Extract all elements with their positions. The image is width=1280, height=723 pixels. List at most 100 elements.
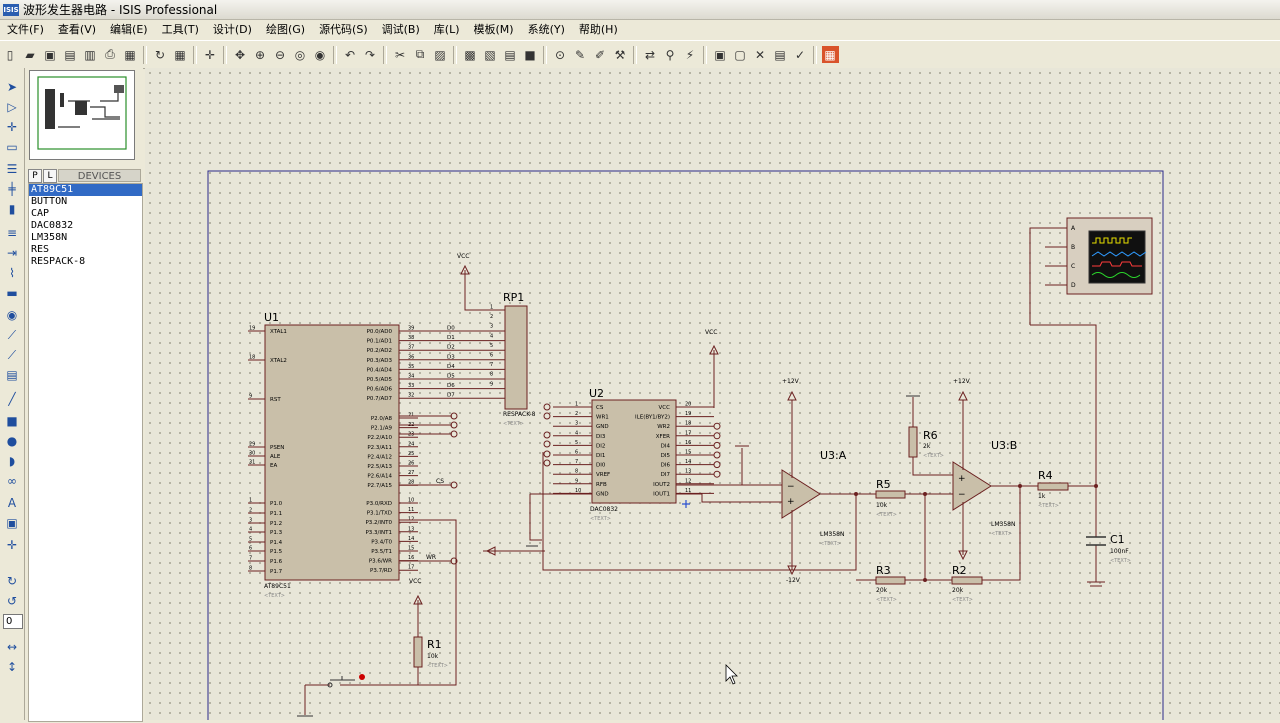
pick-device-icon[interactable]: ⊙ bbox=[552, 46, 569, 63]
open-folder-icon[interactable]: ▰ bbox=[22, 46, 39, 63]
overview-window[interactable] bbox=[29, 70, 135, 160]
menu-source[interactable]: 源代码(S) bbox=[312, 20, 375, 39]
zoom-out-icon[interactable]: ⊖ bbox=[272, 46, 289, 63]
virtual-instruments-icon[interactable]: ▤ bbox=[3, 366, 21, 384]
wire-label-icon[interactable]: ▭ bbox=[3, 138, 21, 156]
component-mode-icon[interactable]: ▷ bbox=[3, 98, 21, 116]
marker-icon[interactable]: ✛ bbox=[3, 536, 21, 554]
zoom-in-icon[interactable]: ⊕ bbox=[252, 46, 269, 63]
resistor-r6[interactable]: R6 2k <TEXT> bbox=[906, 395, 953, 476]
flip-horizontal-icon[interactable]: ↔ bbox=[3, 638, 21, 656]
opamp-u3b[interactable]: + − U3:B LM358N <TEXT> +12V bbox=[952, 378, 1096, 581]
menu-file[interactable]: 文件(F) bbox=[0, 20, 51, 39]
oscilloscope[interactable]: A B C D bbox=[1029, 217, 1153, 486]
redo-icon[interactable]: ↷ bbox=[362, 46, 379, 63]
junction-dot-icon[interactable]: ✛ bbox=[3, 118, 21, 136]
wire-autorouter-icon[interactable]: ⇄ bbox=[642, 46, 659, 63]
zoom-area-icon[interactable]: ◉ bbox=[312, 46, 329, 63]
print-area-icon[interactable]: ▦ bbox=[122, 46, 139, 63]
dac-dac0832[interactable]: U2 DAC0832 <TEXT> CS 1 WR1 2 GND 3 DI3 4 DI2 5 DI1… bbox=[553, 329, 749, 522]
button-actuator-icon[interactable] bbox=[359, 674, 365, 680]
menu-template[interactable]: 模板(M) bbox=[467, 20, 521, 39]
save-icon[interactable]: ▣ bbox=[42, 46, 59, 63]
flip-vertical-icon[interactable]: ↕ bbox=[3, 658, 21, 676]
electrical-check-icon[interactable]: ✓ bbox=[792, 46, 809, 63]
schematic-canvas[interactable]: U1 AT89C51 <TEXT> XTAL1 19 XTAL2 18 RST 9 PSEN… bbox=[145, 68, 1280, 723]
packaging-tool-icon[interactable]: ✐ bbox=[592, 46, 609, 63]
zoom-all-icon[interactable]: ◎ bbox=[292, 46, 309, 63]
print-icon[interactable]: ⎙ bbox=[102, 46, 119, 63]
menu-library[interactable]: 库(L) bbox=[427, 20, 467, 39]
export-icon[interactable]: ▥ bbox=[82, 46, 99, 63]
undo-icon[interactable]: ↶ bbox=[342, 46, 359, 63]
menu-system[interactable]: 系统(Y) bbox=[521, 20, 572, 39]
decompose-icon[interactable]: ⚒ bbox=[612, 46, 629, 63]
copy-icon[interactable]: ⧉ bbox=[412, 46, 429, 63]
refresh-icon[interactable]: ↻ bbox=[152, 46, 169, 63]
origin-icon[interactable]: ✛ bbox=[202, 46, 219, 63]
delete-sheet-icon[interactable]: ✕ bbox=[752, 46, 769, 63]
resistor-r5[interactable]: R5 10k <TEXT> bbox=[875, 478, 906, 518]
terminals-icon[interactable]: ≡ bbox=[3, 224, 21, 242]
text-icon[interactable]: A bbox=[3, 494, 21, 512]
property-assignment-icon[interactable]: ⚡ bbox=[682, 46, 699, 63]
tape-recorder-icon[interactable]: ▬ bbox=[3, 284, 21, 302]
block-rotate-icon[interactable]: ▤ bbox=[502, 46, 519, 63]
device-item[interactable]: RES bbox=[29, 244, 142, 256]
box-icon[interactable]: ■ bbox=[3, 412, 21, 430]
search-tag-icon[interactable]: ⚲ bbox=[662, 46, 679, 63]
paste-icon[interactable]: ▨ bbox=[432, 46, 449, 63]
device-item[interactable]: CAP bbox=[29, 208, 142, 220]
resistor-r3[interactable]: R3 20k <TEXT> bbox=[875, 564, 906, 603]
mcu-at89c51[interactable]: U1 AT89C51 <TEXT> XTAL119XTAL218RST9PSEN… bbox=[248, 311, 418, 599]
block-copy-icon[interactable]: ▩ bbox=[462, 46, 479, 63]
grid-icon[interactable]: ▦ bbox=[172, 46, 189, 63]
symbol-icon[interactable]: ▣ bbox=[3, 514, 21, 532]
bus-icon[interactable]: ╪ bbox=[3, 180, 21, 198]
make-device-icon[interactable]: ✎ bbox=[572, 46, 589, 63]
menu-debug[interactable]: 调试(B) bbox=[375, 20, 427, 39]
line-icon[interactable]: ╱ bbox=[3, 390, 21, 408]
capacitor-c1[interactable]: C1 100nF <TEXT> bbox=[1086, 484, 1131, 587]
graph-icon[interactable]: ⌇ bbox=[3, 264, 21, 282]
pan-icon[interactable]: ✥ bbox=[232, 46, 249, 63]
menu-help[interactable]: 帮助(H) bbox=[572, 20, 625, 39]
selection-mode-icon[interactable]: ➤ bbox=[3, 78, 21, 96]
device-item[interactable]: LM358N bbox=[29, 232, 142, 244]
library-manager-button[interactable]: L bbox=[43, 169, 57, 183]
path-icon[interactable]: ∞ bbox=[3, 472, 21, 490]
device-pins-icon[interactable]: ⇥ bbox=[3, 244, 21, 262]
rotate-anticlockwise-icon[interactable]: ↺ bbox=[3, 592, 21, 610]
block-move-icon[interactable]: ▧ bbox=[482, 46, 499, 63]
generator-icon[interactable]: ◉ bbox=[3, 306, 21, 324]
rotate-clockwise-icon[interactable]: ↻ bbox=[3, 572, 21, 590]
menu-design[interactable]: 设计(D) bbox=[206, 20, 259, 39]
device-item[interactable]: BUTTON bbox=[29, 196, 142, 208]
resistor-pack-rp1[interactable]: RP1 RESPACK-8 <TEXT> VCC 1 2 3 4 5 6 7 8 9 bbox=[457, 253, 536, 427]
menu-tools[interactable]: 工具(T) bbox=[155, 20, 206, 39]
menu-view[interactable]: 查看(V) bbox=[51, 20, 103, 39]
subcircuit-icon[interactable]: ▮ bbox=[3, 200, 21, 218]
resistor-r2[interactable]: R2 20k <TEXT> bbox=[951, 564, 983, 603]
device-item[interactable]: AT89C51 bbox=[29, 184, 142, 196]
device-item[interactable]: RESPACK-8 bbox=[29, 256, 142, 268]
new-sheet-icon[interactable]: ▣ bbox=[712, 46, 729, 63]
device-item[interactable]: DAC0832 bbox=[29, 220, 142, 232]
remove-sheet-icon[interactable]: ▢ bbox=[732, 46, 749, 63]
ares-netlist-icon[interactable]: ▦ bbox=[821, 46, 839, 63]
rotation-angle-input[interactable]: 0 bbox=[3, 614, 23, 629]
block-delete-icon[interactable]: ■ bbox=[522, 46, 539, 63]
voltage-probe-icon[interactable]: ⟋ bbox=[3, 326, 21, 344]
cut-icon[interactable]: ✂ bbox=[392, 46, 409, 63]
resistor-r1[interactable]: VCC R1 10k <TEXT> bbox=[409, 578, 448, 685]
import-icon[interactable]: ▤ bbox=[62, 46, 79, 63]
reset-button[interactable] bbox=[297, 674, 418, 717]
pick-devices-button[interactable]: P bbox=[28, 169, 42, 183]
arc-icon[interactable]: ◗ bbox=[3, 452, 21, 470]
circle-icon[interactable]: ● bbox=[3, 432, 21, 450]
resistor-r4[interactable]: R4 1k <TEXT> bbox=[1037, 469, 1069, 509]
menu-graph[interactable]: 绘图(G) bbox=[259, 20, 312, 39]
current-probe-icon[interactable]: ⟋ bbox=[3, 346, 21, 364]
new-file-icon[interactable]: ▯ bbox=[2, 46, 19, 63]
text-script-icon[interactable]: ☰ bbox=[3, 160, 21, 178]
